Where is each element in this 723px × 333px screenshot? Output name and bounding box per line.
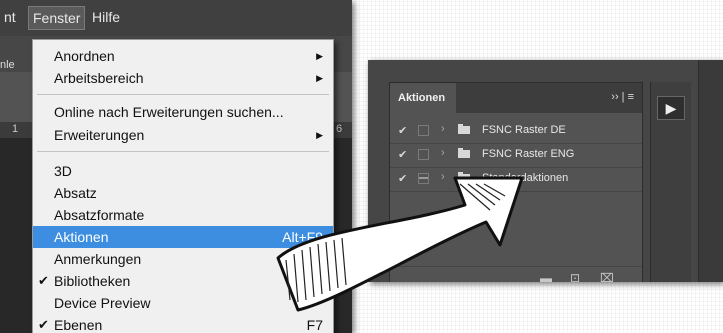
play-icon[interactable]: ▶ [657, 96, 685, 120]
menu-item-label: 3D [54, 163, 72, 179]
menu-item-label: Anordnen [54, 48, 115, 64]
menu-item-label: Device Preview [54, 295, 151, 311]
menu-separator [37, 94, 329, 95]
menu-bar-item-partial[interactable]: nt [0, 6, 20, 28]
menu-bar: nt Fenster Hilfe [0, 0, 352, 36]
menu-item-arbeitsbereich[interactable]: Arbeitsbereich ▶ [33, 67, 333, 89]
tab-aktionen[interactable]: Aktionen [390, 83, 456, 113]
menu-item-online-erweiterungen[interactable]: Online nach Erweiterungen suchen... [33, 101, 333, 123]
menu-item-label: Arbeitsbereich [54, 70, 144, 86]
new-item-icon[interactable]: ⊡ [570, 271, 580, 282]
action-set-name: FSNC Raster DE [482, 124, 566, 136]
menu-item-anordnen[interactable]: Anordnen ▶ [33, 45, 333, 67]
menu-item-label: Bibliotheken [54, 273, 131, 289]
checkmark-icon: ✔ [38, 273, 49, 288]
menu-item-label: Absatzformate [54, 207, 145, 223]
dialog-toggle-box[interactable] [418, 125, 429, 136]
action-set-row[interactable]: ✔ › FSNC Raster DE [390, 119, 642, 144]
checkmark-icon: ✔ [38, 317, 49, 332]
options-bar-partial-label: nle [0, 59, 15, 71]
menu-item-label: Erweiterungen [54, 127, 145, 143]
panel-tab-bar: Aktionen ›› | ≡ [390, 83, 642, 113]
menu-item-label: Aktionen [54, 229, 109, 245]
curved-arrow-icon [276, 176, 524, 312]
menu-hilfe[interactable]: Hilfe [88, 6, 124, 28]
menu-item-erweiterungen[interactable]: Erweiterungen ▶ [33, 124, 333, 146]
expand-chevron-icon[interactable]: › [441, 123, 445, 135]
menu-item-label: Online nach Erweiterungen suchen... [54, 104, 284, 120]
ruler-label-right: 6 [336, 123, 343, 135]
side-tool-strip: ▶ [650, 82, 691, 282]
menu-item-label: Ebenen [54, 317, 103, 333]
menu-item-label: Absatz [54, 185, 97, 201]
right-dock-strip [698, 60, 723, 282]
submenu-arrow-icon: ▶ [316, 51, 323, 61]
trash-icon[interactable]: ⌧ [600, 271, 614, 282]
panel-menu-icon[interactable]: ›› | ≡ [611, 91, 634, 103]
menu-fenster[interactable]: Fenster [28, 6, 86, 30]
submenu-arrow-icon: ▶ [316, 73, 323, 83]
folder-icon [458, 124, 470, 134]
ruler-label-left: 1 [12, 123, 19, 135]
submenu-arrow-icon: ▶ [316, 130, 323, 140]
checkmark-icon[interactable]: ✔ [398, 124, 407, 137]
menu-item-label: Anmerkungen [54, 251, 142, 267]
